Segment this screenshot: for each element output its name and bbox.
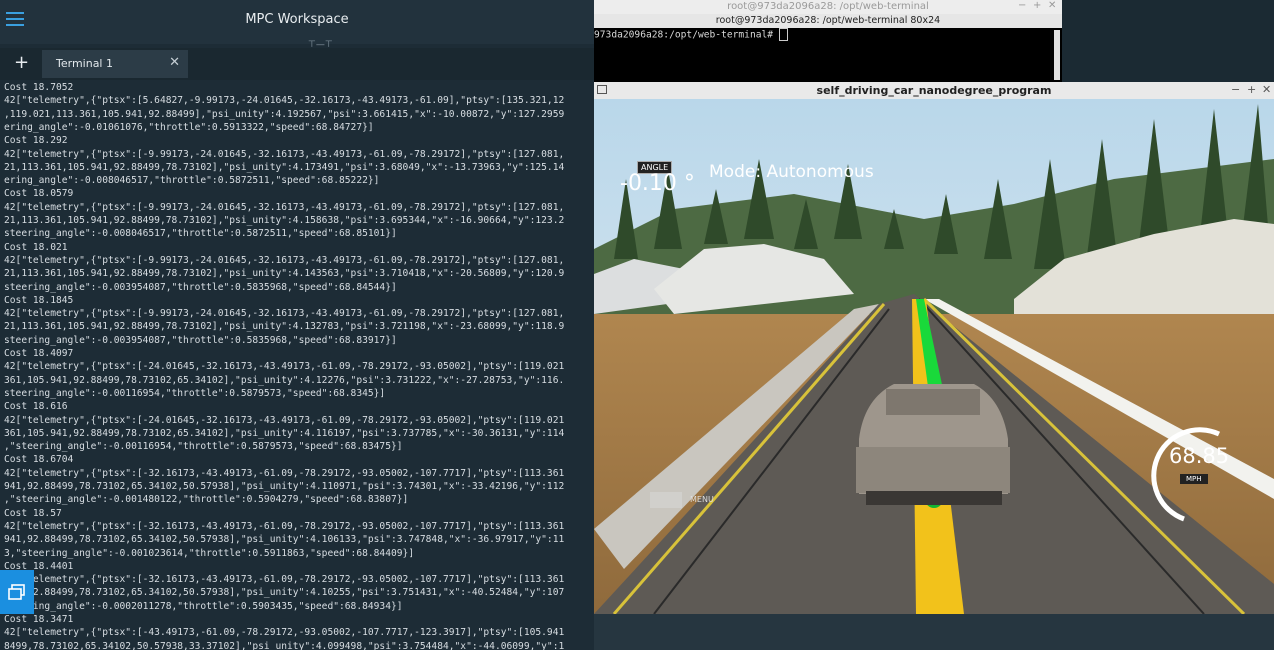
terminal-line: steering_angle":-0.0002011278,"throttle"… (4, 600, 403, 612)
terminal-line: 21,113.361,105.941,92.88499,78.73102],"p… (4, 268, 565, 280)
terminal-line: Cost 18.7052 (4, 82, 74, 93)
terminal-line: Cost 18.57 (4, 507, 62, 519)
car (856, 384, 1010, 505)
web-terminal-subtitle: root@973da2096a28: /opt/web-terminal 80x… (715, 15, 941, 26)
terminal-line: 42["telemetry",{"ptsx":[-32.16173,-43.49… (4, 574, 565, 586)
menu-button[interactable] (650, 492, 682, 508)
workspace-header: MPC Workspace ⊤—⊤ (0, 0, 594, 50)
terminal-line: 42["telemetry",{"ptsx":[-24.01645,-32.16… (4, 414, 565, 426)
terminal-line: ering_angle":-0.008046517,"throttle":0.5… (4, 175, 380, 187)
terminal-line: 42["telemetry",{"ptsx":[-43.49173,-61.09… (4, 627, 565, 639)
steering-angle-value: -0.10 ° (620, 171, 695, 196)
terminal-line: 361,105.941,92.88499,78.73102,65.34102],… (4, 374, 565, 386)
terminal-line: 42["telemetry",{"ptsx":[-24.01645,-32.16… (4, 361, 565, 373)
minimize-icon[interactable]: − (1018, 0, 1026, 11)
scrollbar[interactable] (1054, 30, 1060, 80)
maximize-icon[interactable]: + (1033, 0, 1041, 11)
mpc-workspace: MPC Workspace ⊤—⊤ + Terminal 1 ✕ Cost 18… (0, 0, 594, 650)
terminal-line: 3,"steering_angle":-0.001023614,"throttl… (4, 547, 415, 559)
web-terminal-title: root@973da2096a28: /opt/web-terminal (727, 1, 929, 12)
simulator-window[interactable]: self_driving_car_nanodegree_program − + … (594, 82, 1274, 650)
close-tab-icon[interactable]: ✕ (169, 55, 180, 70)
close-icon[interactable]: ✕ (1262, 83, 1271, 96)
terminal-line: 361,105.941,92.88499,78.73102,65.34102],… (4, 427, 565, 439)
terminal-line: ,"steering_angle":-0.001480122,"throttle… (4, 494, 409, 506)
speed-value: 68.85 (1169, 444, 1230, 468)
new-tab-button[interactable]: + (14, 52, 29, 73)
terminal-line: 42["telemetry",{"ptsx":[-9.99173,-24.016… (4, 308, 565, 320)
terminal-output[interactable]: Cost 18.7052 42["telemetry",{"ptsx":[5.64… (0, 80, 594, 650)
terminal-line: 8499,78.73102,65.34102,50.57938,33.37102… (4, 640, 565, 650)
terminal-line: 21,113.361,105.941,92.88499,78.73102],"p… (4, 215, 565, 226)
tab-bar: + Terminal 1 ✕ (0, 48, 594, 80)
terminal-line: Cost 18.1845 (4, 294, 74, 306)
terminal-line: 42["telemetry",{"ptsx":[-9.99173,-24.016… (4, 254, 565, 266)
text-cursor (778, 28, 788, 41)
simulator-title: self_driving_car_nanodegree_program (816, 84, 1052, 97)
terminal-line: 42["telemetry",{"ptsx":[5.64827,-9.99173… (4, 95, 565, 107)
prompt-text: 973da2096a28:/opt/web-terminal# (594, 29, 779, 41)
terminal-line: steering_angle":-0.00116954,"throttle":0… (4, 387, 386, 399)
shell-prompt[interactable]: 973da2096a28:/opt/web-terminal# (594, 28, 788, 41)
terminal-line: Cost 18.292 (4, 135, 68, 147)
terminal-line: steering_angle":-0.003954087,"throttle":… (4, 281, 397, 293)
terminal-line: Cost 18.021 (4, 241, 68, 253)
terminal-line: Cost 18.616 (4, 401, 68, 413)
maximize-icon[interactable]: + (1247, 83, 1256, 96)
terminal-line: 941,92.88499,78.73102,65.34102,50.57938]… (4, 534, 565, 546)
terminal-line: steering_angle":-0.003954087,"throttle":… (4, 334, 397, 346)
terminal-line: ,"steering_angle":-0.00116954,"throttle"… (4, 441, 403, 453)
minimize-icon[interactable]: − (1231, 83, 1240, 96)
terminal-line: 42["telemetry",{"ptsx":[-9.99173,-24.016… (4, 201, 565, 213)
terminal-line: Cost 18.4097 (4, 348, 74, 359)
web-terminal-subtitle-bar: root@973da2096a28: /opt/web-terminal 80x… (594, 14, 1062, 28)
web-terminal-titlebar[interactable]: root@973da2096a28: /opt/web-terminal − +… (594, 0, 1062, 14)
terminal-line: 42["telemetry",{"ptsx":[-32.16173,-43.49… (4, 467, 565, 479)
terminal-line: 941,92.88499,78.73102,65.34102,50.57938]… (4, 481, 565, 492)
windows-icon (8, 584, 25, 600)
simulator-titlebar[interactable]: self_driving_car_nanodegree_program − + … (594, 82, 1274, 99)
floating-action-button[interactable] (0, 570, 34, 614)
terminal-line: ering_angle":-0.01061076,"throttle":0.59… (4, 121, 374, 133)
mode-indicator: Mode: Autonomous (709, 162, 874, 182)
driving-scene (594, 99, 1274, 614)
close-icon[interactable]: ✕ (1048, 0, 1056, 11)
terminal-line: Cost 18.6704 (4, 454, 74, 466)
terminal-line: 21,113.361,105.941,92.88499,78.73102],"p… (4, 161, 565, 173)
terminal-line: 21,113.361,105.941,92.88499,78.73102],"p… (4, 321, 565, 333)
menu-label: MENU (690, 495, 714, 504)
workspace-title: MPC Workspace (245, 12, 349, 27)
terminal-line: Cost 18.3471 (4, 614, 74, 625)
terminal-line: 42["telemetry",{"ptsx":[-32.16173,-43.49… (4, 520, 565, 532)
tab-terminal-1[interactable]: Terminal 1 ✕ (42, 50, 188, 78)
terminal-line: ,119.021,113.361,105.941,92.88499],"psi_… (4, 108, 565, 120)
terminal-line: 42["telemetry",{"ptsx":[-9.99173,-24.016… (4, 148, 565, 160)
terminal-line: steering_angle":-0.008046517,"throttle":… (4, 228, 397, 240)
web-terminal-window[interactable]: root@973da2096a28: /opt/web-terminal − +… (594, 0, 1062, 82)
terminal-line: 941,92.88499,78.73102,65.34102,50.57938]… (4, 587, 565, 599)
simulator-footer (594, 614, 1274, 650)
terminal-line: Cost 18.0579 (4, 188, 74, 200)
tab-label: Terminal 1 (56, 57, 113, 70)
speed-unit: MPH (1180, 474, 1208, 484)
